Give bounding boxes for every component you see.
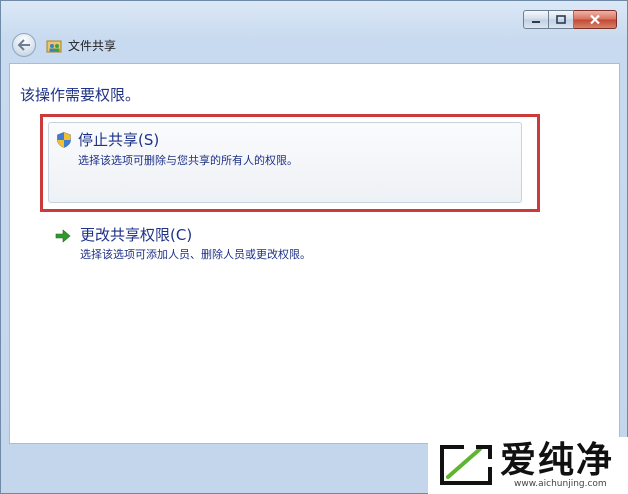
page-heading: 该操作需要权限。	[20, 86, 141, 104]
change-permissions-option[interactable]: 更改共享权限(C) 选择该选项可添加人员、删除人员或更改权限。	[50, 224, 470, 268]
back-arrow-icon	[17, 39, 30, 51]
brand-url: www.aichunjing.com	[514, 479, 607, 489]
window-title: 文件共享	[68, 39, 117, 53]
maximize-icon	[556, 15, 566, 24]
maximize-button[interactable]	[549, 10, 574, 29]
content-panel: 该操作需要权限。 停止共享(S) 选择该选项可删除与您共享的所有人的权限。 更改…	[9, 63, 620, 444]
stop-sharing-description: 选择该选项可删除与您共享的所有人的权限。	[78, 154, 298, 167]
shield-icon	[57, 132, 71, 148]
stop-sharing-option[interactable]: 停止共享(S) 选择该选项可删除与您共享的所有人的权限。	[48, 122, 522, 203]
title-bar: 文件共享	[1, 1, 627, 63]
brand-logo-icon	[440, 445, 492, 485]
back-button[interactable]	[12, 33, 36, 57]
brand-name: 爱纯净	[500, 440, 615, 481]
change-permissions-title: 更改共享权限(C)	[80, 226, 193, 244]
caption-buttons	[523, 10, 617, 29]
minimize-icon	[532, 20, 540, 23]
watermark: 爱纯净 www.aichunjing.com	[428, 437, 628, 494]
change-permissions-description: 选择该选项可添加人员、删除人员或更改权限。	[80, 248, 311, 261]
green-arrow-icon	[55, 229, 71, 243]
stop-sharing-title: 停止共享(S)	[78, 131, 160, 149]
minimize-button[interactable]	[523, 10, 549, 29]
file-sharing-icon	[46, 40, 62, 53]
dialog-window: 文件共享 该操作需要权限。 停止共享(S) 选择该选项可删除与您共享的所有人的权…	[0, 0, 628, 494]
close-button[interactable]	[574, 10, 617, 29]
close-icon	[590, 14, 600, 25]
